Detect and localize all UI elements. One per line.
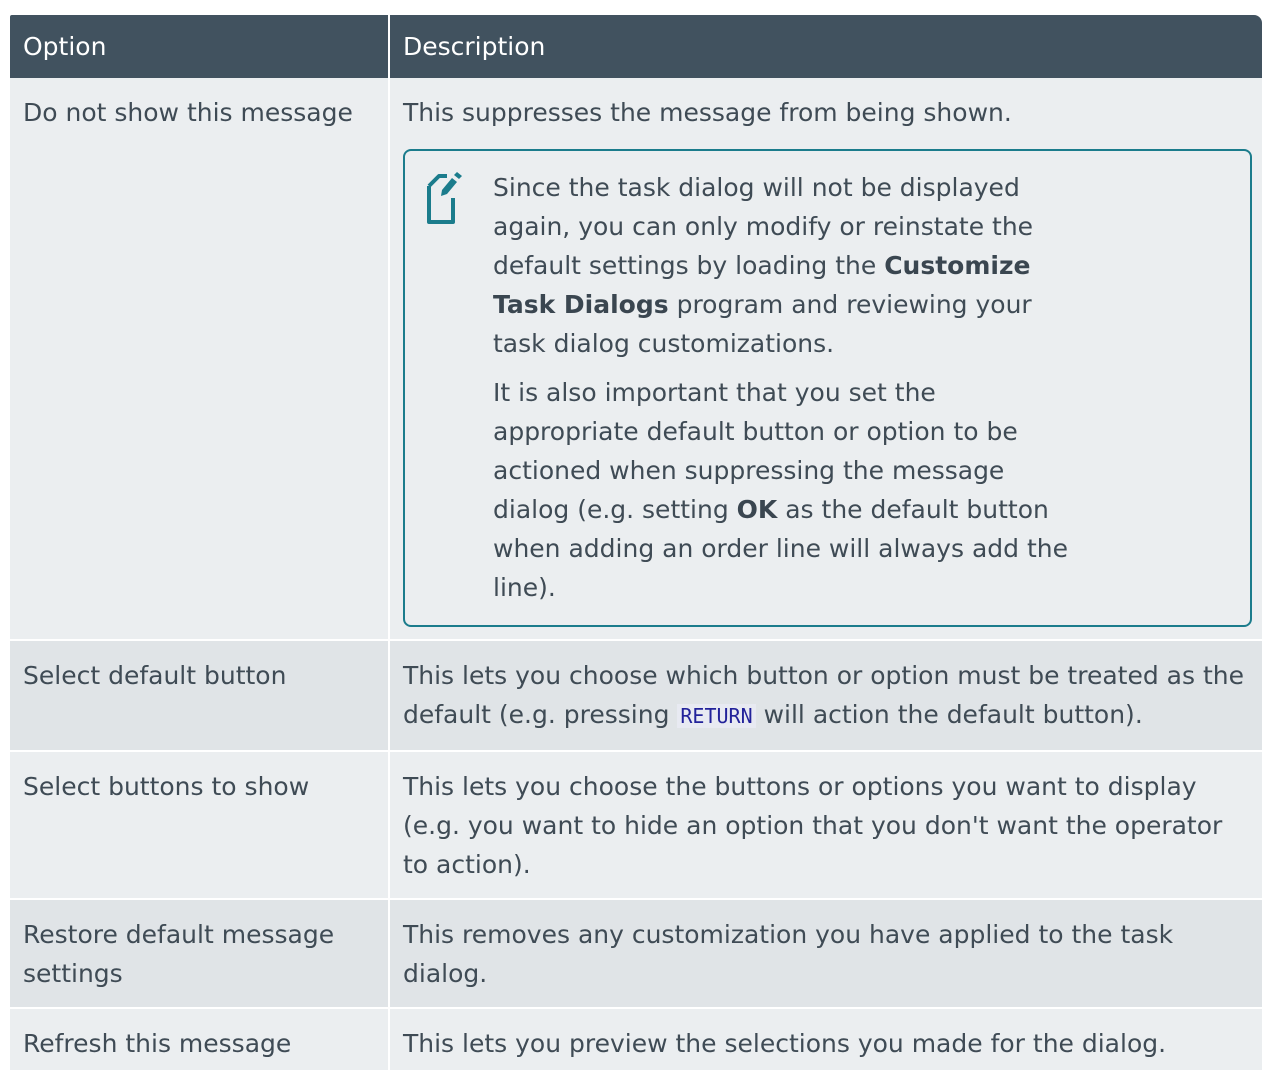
table-row: Select default button This lets you choo… [10,640,1262,752]
description-cell: This removes any customization you have … [389,899,1262,1009]
table-row: Select buttons to show This lets you cho… [10,751,1262,900]
note-callout: Since the task dialog will not be displa… [403,149,1252,627]
description-cell: This lets you choose the buttons or opti… [389,751,1262,900]
description-text: This suppresses the message from being s… [403,98,1012,127]
note-pencil-icon [423,168,467,230]
note-body: Since the task dialog will not be displa… [493,168,1083,607]
option-cell: Do not show this message [10,78,390,641]
option-cell: Restore default message settings [10,899,390,1009]
note-bold-ok: OK [736,495,778,524]
description-cell: This lets you choose which button or opt… [389,640,1262,752]
column-header-description: Description [389,15,1262,78]
options-table: Option Description Do not show this mess… [10,15,1262,1070]
table-row: Refresh this message This lets you previ… [10,1008,1262,1070]
option-cell: Select default button [10,640,390,752]
table-header-row: Option Description [10,15,1262,78]
table-row: Restore default message settings This re… [10,899,1262,1009]
description-cell: This lets you preview the selections you… [389,1008,1262,1070]
note-paragraph-2: It is also important that you set the ap… [493,378,1068,602]
option-cell: Refresh this message [10,1008,390,1070]
table-row: Do not show this message This suppresses… [10,78,1262,641]
option-cell: Select buttons to show [10,751,390,900]
note-paragraph-1: Since the task dialog will not be displa… [493,173,1034,358]
document-page: Option Description Do not show this mess… [0,0,1263,1070]
keyboard-key-code: RETURN [677,704,756,728]
description-cell: This suppresses the message from being s… [389,78,1262,641]
column-header-option: Option [10,15,390,78]
